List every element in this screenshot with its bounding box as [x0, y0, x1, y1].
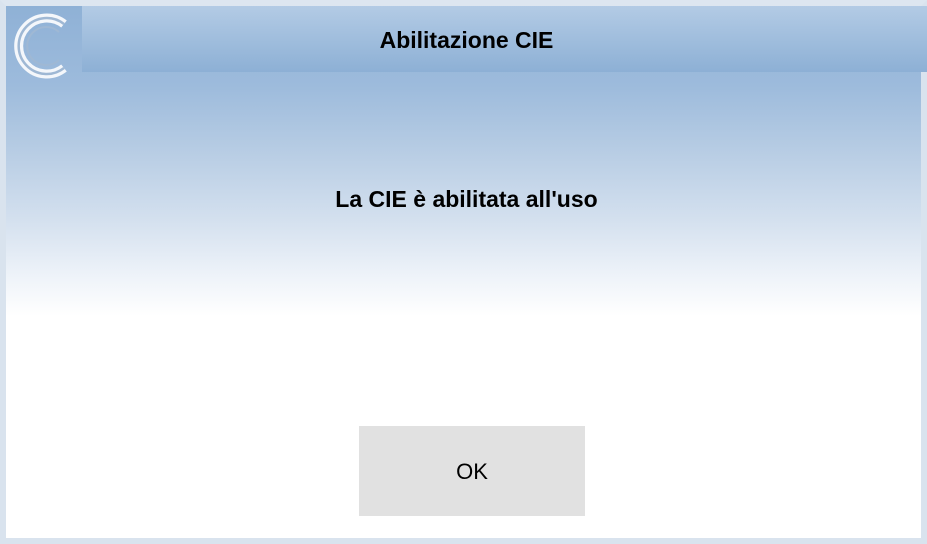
status-message: La CIE è abilitata all'uso	[335, 186, 598, 212]
dialog-window: Abilitazione CIE La CIE è abilitata all'…	[0, 0, 927, 544]
dialog-title: Abilitazione CIE	[379, 27, 554, 53]
ok-button[interactable]: OK	[359, 426, 585, 516]
